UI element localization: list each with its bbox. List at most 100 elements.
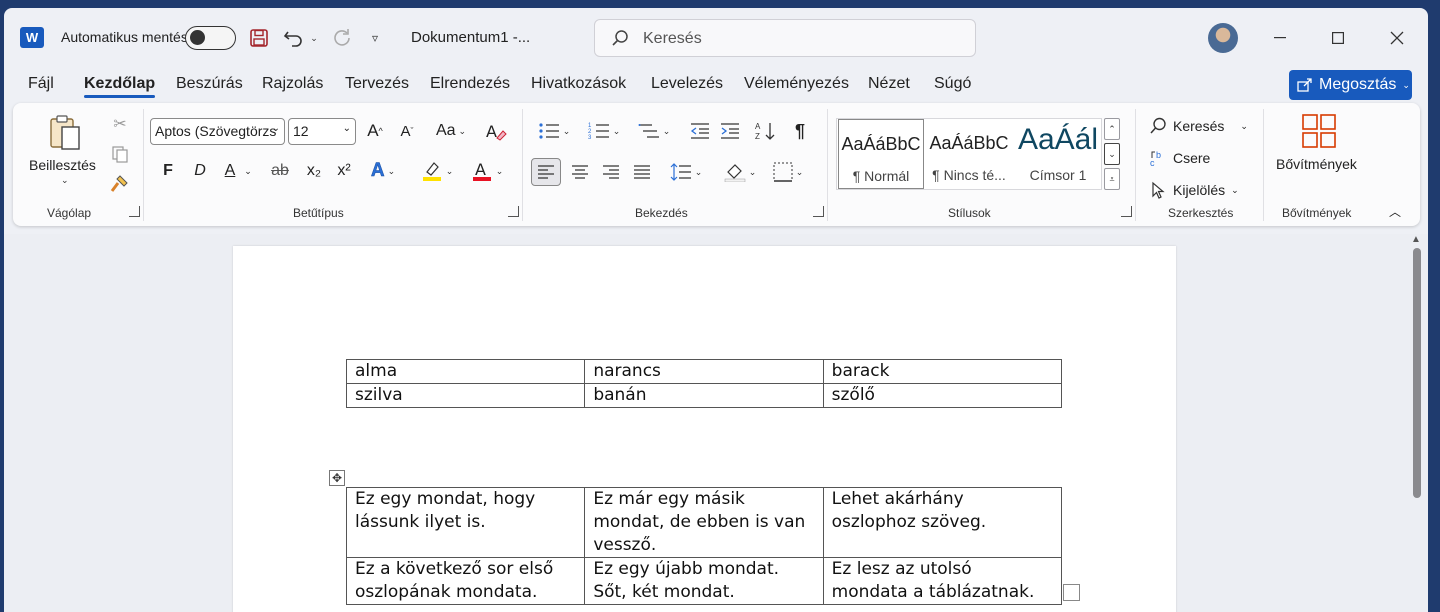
numbering-button[interactable]: 1 2 3 ⌄ [581,119,627,143]
styles-gallery: AaÁáBbC ¶ Normál AaÁáBbC ¶ Nincs té... A… [836,118,1102,190]
table-cell[interactable]: Ez egy mondat, hogy lássunk ilyet is. [345,487,586,558]
find-button[interactable]: Keresés ⌄ [1149,117,1248,135]
paste-icon[interactable] [45,113,85,153]
scrollbar-thumb[interactable] [1413,248,1421,498]
text-effects-button[interactable]: A ⌄ [365,159,401,183]
tab-layout[interactable]: Elrendezés [430,75,510,93]
style-heading-1[interactable]: AaÁál Címsor 1 [1015,119,1101,189]
table-cell[interactable]: szőlő [822,383,1063,408]
replace-button[interactable]: bc Csere [1149,149,1210,167]
close-icon[interactable] [1385,26,1409,50]
tab-design[interactable]: Tervezés [345,75,409,93]
tab-references[interactable]: Hivatkozások [531,75,626,93]
increase-indent-icon[interactable] [717,119,743,143]
tab-home[interactable]: Kezdőlap [84,75,156,98]
underline-dropdown-icon[interactable]: ⌄ [241,159,255,183]
shrink-font-icon[interactable]: Aˇ [395,119,419,143]
svg-text:Z: Z [755,132,760,141]
select-button[interactable]: Kijelölés ⌄ [1149,181,1239,199]
tab-insert[interactable]: Beszúrás [176,75,243,93]
tab-view[interactable]: Nézet [868,75,910,93]
style-normal[interactable]: AaÁáBbC ¶ Normál [838,119,924,189]
cut-icon[interactable]: ✂ [109,113,131,135]
multilevel-list-button[interactable]: ⌄ [631,119,677,143]
table-move-handle-icon[interactable]: ✥ [329,470,345,486]
line-spacing-button[interactable]: ⌄ [665,159,707,185]
table-cell[interactable]: szilva [345,383,586,408]
sort-icon[interactable]: AZ [753,119,779,143]
vertical-scrollbar[interactable]: ▲ [1410,234,1422,612]
font-name-combo[interactable]: Aptos (Szövegtörzs ⌄ [150,118,285,145]
addins-button-label[interactable]: Bővítmények [1276,156,1357,172]
table-cell[interactable]: Ez egy újabb mondat. Sőt, két mondat. [584,557,824,605]
clipboard-launcher-icon[interactable] [129,206,140,217]
minimize-icon[interactable] [1268,26,1292,50]
table-cell[interactable]: narancs [584,359,824,384]
styles-launcher-icon[interactable] [1121,206,1132,217]
styles-scroll-up-icon[interactable]: ⌃ [1104,118,1120,140]
italic-button[interactable]: D [189,159,211,183]
paste-label[interactable]: Beillesztés [29,157,96,173]
styles-scroll-down-icon[interactable]: ⌄ [1104,143,1120,165]
redo-icon[interactable] [330,25,354,51]
tab-mailings[interactable]: Levelezés [651,75,723,93]
clear-formatting-icon[interactable]: A [483,119,509,143]
strikethrough-button[interactable]: ab [267,159,293,183]
align-left-icon[interactable] [531,158,561,186]
tab-review[interactable]: Véleményezés [744,75,849,93]
copy-icon[interactable] [109,143,131,165]
font-launcher-icon[interactable] [508,206,519,217]
table-cell[interactable]: alma [345,359,586,384]
addins-icon[interactable] [1301,113,1337,149]
decrease-indent-icon[interactable] [687,119,713,143]
highlight-button[interactable]: ⌄ [417,159,457,183]
collapse-ribbon-icon[interactable]: ︿ [1387,203,1403,219]
maximize-icon[interactable] [1326,26,1350,50]
table-cell[interactable]: barack [822,359,1063,384]
table-cell[interactable]: Ez a következő sor első oszlopának monda… [345,557,586,605]
scroll-up-arrow-icon[interactable]: ▲ [1411,234,1421,245]
bullets-button[interactable]: ⌄ [531,119,577,143]
superscript-button[interactable]: x² [333,159,355,183]
bullets-icon [539,123,559,139]
customize-toolbar-icon[interactable]: ▿ [366,25,384,51]
undo-dropdown-icon[interactable]: ⌄ [308,25,320,51]
table-cell[interactable]: Ez már egy másik mondat, de ebben is van… [584,487,824,558]
save-icon[interactable] [248,25,270,51]
font-size-combo[interactable]: 12 ⌄ [288,118,356,145]
table-cell[interactable]: Lehet akárhány oszlophoz szöveg. [822,487,1063,558]
line-spacing-dropdown-icon: ⌄ [694,166,703,177]
search-box[interactable]: Keresés [594,19,976,57]
line-spacing-icon [670,163,691,181]
grow-font-icon[interactable]: A ^ [363,119,387,143]
underline-button[interactable]: A [219,159,241,183]
align-center-icon[interactable] [567,159,593,185]
align-right-icon[interactable] [598,159,624,185]
bold-button[interactable]: F [157,159,179,183]
autosave-toggle[interactable] [185,26,236,50]
tab-help[interactable]: Súgó [934,75,971,93]
shading-button[interactable]: ⌄ [719,159,761,185]
borders-button[interactable]: ⌄ [767,159,809,185]
undo-icon[interactable] [282,25,306,51]
styles-more-icon[interactable]: ⩡ [1104,168,1120,190]
svg-text:c: c [1150,158,1155,167]
format-painter-icon[interactable] [109,173,131,195]
change-case-button[interactable]: Aa ⌄ [431,119,471,143]
tab-file[interactable]: Fájl [28,75,54,93]
table-cell[interactable]: Ez lesz az utolsó mondata a táblázatnak. [822,557,1063,605]
table-resize-handle[interactable] [1063,584,1080,601]
subscript-button[interactable]: x₂ [303,159,325,183]
tab-draw[interactable]: Rajzolás [262,75,323,93]
table-cell[interactable]: banán [584,383,824,408]
svg-text:A: A [486,122,497,141]
show-formatting-marks-icon[interactable]: ¶ [789,119,811,143]
justify-icon[interactable] [629,159,655,185]
user-avatar[interactable] [1208,23,1238,53]
share-button[interactable]: Megosztás ⌄ [1289,70,1412,100]
paste-dropdown-icon[interactable]: ⌄ [61,175,69,186]
paragraph-launcher-icon[interactable] [813,206,824,217]
document-page[interactable]: alma narancs barack szilva banán szőlő ✥… [233,246,1176,612]
style-no-spacing[interactable]: AaÁáBbC ¶ Nincs té... [927,119,1011,189]
font-color-button[interactable]: A ⌄ [467,159,507,183]
